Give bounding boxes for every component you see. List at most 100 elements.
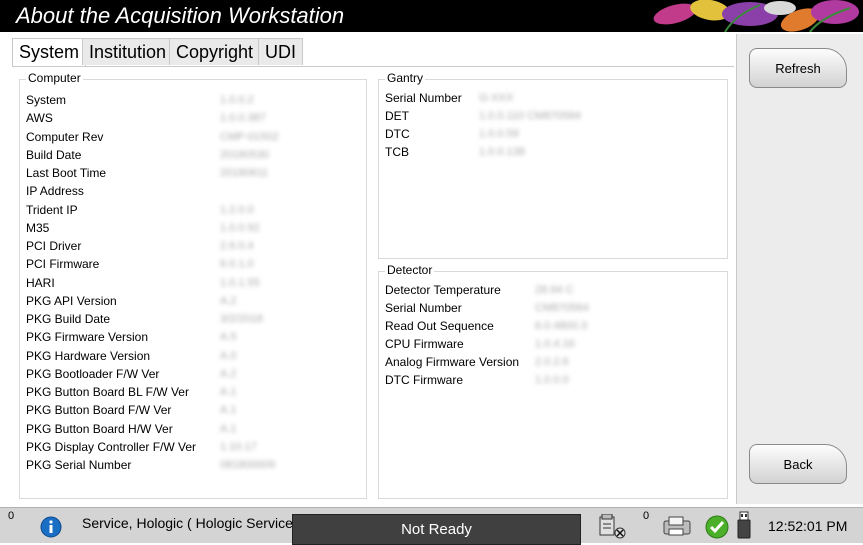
computer-row-value: 081800009 [220, 459, 276, 471]
tab-copyright[interactable]: Copyright [169, 38, 261, 65]
computer-row: Computer Rev CMP-01502 [26, 128, 279, 146]
computer-row-value: A.1 [220, 422, 237, 435]
detector-row: Analog Firmware Version 2.0.2.6 [385, 353, 569, 371]
computer-row-label: PKG Hardware Version [26, 348, 151, 363]
computer-row: PKG Button Board H/W Ver A.1 [26, 420, 237, 438]
gantry-group: Gantry Serial Number G-XXX DET 1.0.0.110 CM… [378, 71, 728, 259]
computer-row-value: 1.0.0.387 [220, 112, 266, 125]
computer-row-label: PKG Serial Number [26, 458, 132, 472]
computer-row-label: AWS [26, 111, 53, 126]
computer-row-label: IP Address [26, 184, 84, 199]
tab-institution[interactable]: Institution [82, 38, 174, 65]
usb-icon[interactable] [736, 511, 752, 541]
status-bar: 0 Service, Hologic ( Hologic Service ) N… [0, 507, 863, 545]
check-icon[interactable] [704, 514, 730, 540]
gantry-row-value: 1.0.0.59 [479, 128, 519, 140]
computer-row-value: CMP-01502 [220, 130, 279, 143]
flower-decoration-image [653, 0, 859, 32]
output-device-icon[interactable] [597, 514, 627, 540]
computer-row-value: 1.0.1.55 [220, 276, 260, 289]
computer-row-value: 1.2.0.0 [220, 203, 254, 216]
detector-row-value: 28.94 C [535, 284, 574, 296]
gantry-row-label: DTC [385, 127, 410, 141]
detector-row-value: 1.0.4.16 [535, 338, 575, 350]
computer-row-label: Trident IP [26, 202, 78, 217]
computer-row: HARI 1.0.1.55 [26, 274, 260, 292]
computer-row-value: 1.0.0.2 [220, 94, 254, 106]
computer-row: PKG Button Board F/W Ver A.1 [26, 401, 237, 419]
computer-row-label: PKG Button Board F/W Ver [26, 403, 172, 418]
current-user[interactable]: Service, Hologic ( Hologic Service ) [82, 515, 301, 531]
computer-row-value: A.0 [220, 349, 237, 362]
gantry-row: Serial Number G-XXX [385, 89, 513, 107]
gantry-row-value: 1.0.0.110 CM870564 [479, 110, 581, 122]
computer-row-value: 1.0.0.92 [220, 221, 260, 234]
info-icon[interactable] [40, 516, 62, 538]
gantry-row-label: DET [385, 109, 409, 123]
tab-udi[interactable]: UDI [258, 38, 303, 65]
gantry-row-label: TCB [385, 145, 409, 159]
title-bar: About the Acquisition Workstation [0, 0, 863, 32]
computer-row: IP Address [26, 182, 84, 200]
detector-row-value: 6.0.4800.3 [535, 320, 587, 332]
clock: 12:52:01 PM [768, 518, 848, 534]
gantry-row-label: Serial Number [385, 91, 462, 105]
computer-row: PCI Firmware 6.0.1.0 [26, 255, 254, 273]
detector-row-value: 2.0.2.6 [535, 356, 569, 368]
computer-row: AWS 1.0.0.387 [26, 109, 266, 127]
computer-row-value: 20180530 [220, 148, 269, 161]
detector-row-label: Serial Number [385, 301, 462, 315]
tab-system[interactable]: System [12, 38, 87, 66]
window-title: About the Acquisition Workstation [16, 3, 345, 28]
computer-row-label: PKG API Version [26, 293, 117, 308]
computer-row-value: 1.10.17 [220, 440, 257, 453]
gantry-row: DTC 1.0.0.59 [385, 125, 519, 143]
detector-row-label: DTC Firmware [385, 373, 463, 387]
detector-row-value: CM870564 [535, 302, 589, 314]
detector-row-label: Analog Firmware Version [385, 355, 520, 369]
computer-row: PKG Serial Number 081800009 [26, 456, 275, 474]
detector-row-value: 1.0.0.0 [535, 374, 569, 386]
detector-row: DTC Firmware 1.0.0.0 [385, 371, 569, 389]
computer-row: Trident IP 1.2.0.0 [26, 201, 254, 219]
computer-row-label: PKG Bootloader F/W Ver [26, 366, 160, 381]
back-button[interactable]: Back [749, 444, 847, 484]
computer-row: Build Date 20180530 [26, 146, 269, 164]
detector-row: Serial Number CM870564 [385, 299, 589, 317]
computer-row: System 1.0.0.2 [26, 91, 254, 109]
computer-row: PKG Firmware Version A.5 [26, 328, 237, 346]
computer-row-value: 2.6.0.4 [220, 240, 254, 252]
gantry-row-value: G-XXX [479, 92, 514, 104]
print-queue-icon[interactable] [662, 515, 694, 537]
computer-row-value: A.2 [220, 367, 237, 380]
system-state[interactable]: Not Ready [292, 514, 581, 545]
detector-row: Read Out Sequence 6.0.4800.3 [385, 317, 587, 335]
computer-row-label: Build Date [26, 147, 82, 162]
detector-group-title: Detector [385, 263, 435, 277]
computer-row: PKG Bootloader F/W Ver A.2 [26, 365, 237, 383]
computer-row: PKG Build Date 3/2/2018 [26, 310, 263, 328]
gantry-row: TCB 1.0.0.138 [385, 143, 525, 161]
computer-row-value: 20180611 [220, 167, 269, 179]
computer-row-label: PKG Button Board H/W Ver [26, 421, 173, 436]
refresh-button[interactable]: Refresh [749, 48, 847, 88]
gantry-row-value: 1.0.0.138 [479, 146, 525, 158]
detector-row: Detector Temperature 28.94 C [385, 281, 574, 299]
detector-row: CPU Firmware 1.0.4.16 [385, 335, 575, 353]
computer-row-label: PKG Button Board BL F/W Ver [26, 385, 189, 399]
detector-row-label: Read Out Sequence [385, 319, 494, 333]
computer-row: M35 1.0.0.92 [26, 219, 260, 237]
computer-row: PKG Display Controller F/W Ver 1.10.17 [26, 438, 257, 456]
computer-group-title: Computer [26, 71, 83, 85]
system-tab-panel: Computer System 1.0.0.2 AWS 1.0.0.387 Comput… [12, 66, 734, 499]
computer-row: Last Boot Time 20180611 [26, 164, 268, 182]
computer-row: PCI Driver 2.6.0.4 [26, 237, 254, 255]
computer-row-label: M35 [26, 220, 50, 235]
computer-row-label: PCI Firmware [26, 257, 100, 272]
computer-row-value: A.1 [220, 386, 237, 398]
alarm-count-right: 0 [643, 510, 650, 522]
computer-row: PKG Button Board BL F/W Ver A.1 [26, 383, 237, 401]
gantry-row: DET 1.0.0.110 CM870564 [385, 107, 581, 125]
computer-row-value: 3/2/2018 [220, 313, 263, 325]
computer-row: PKG API Version A.2 [26, 292, 237, 310]
